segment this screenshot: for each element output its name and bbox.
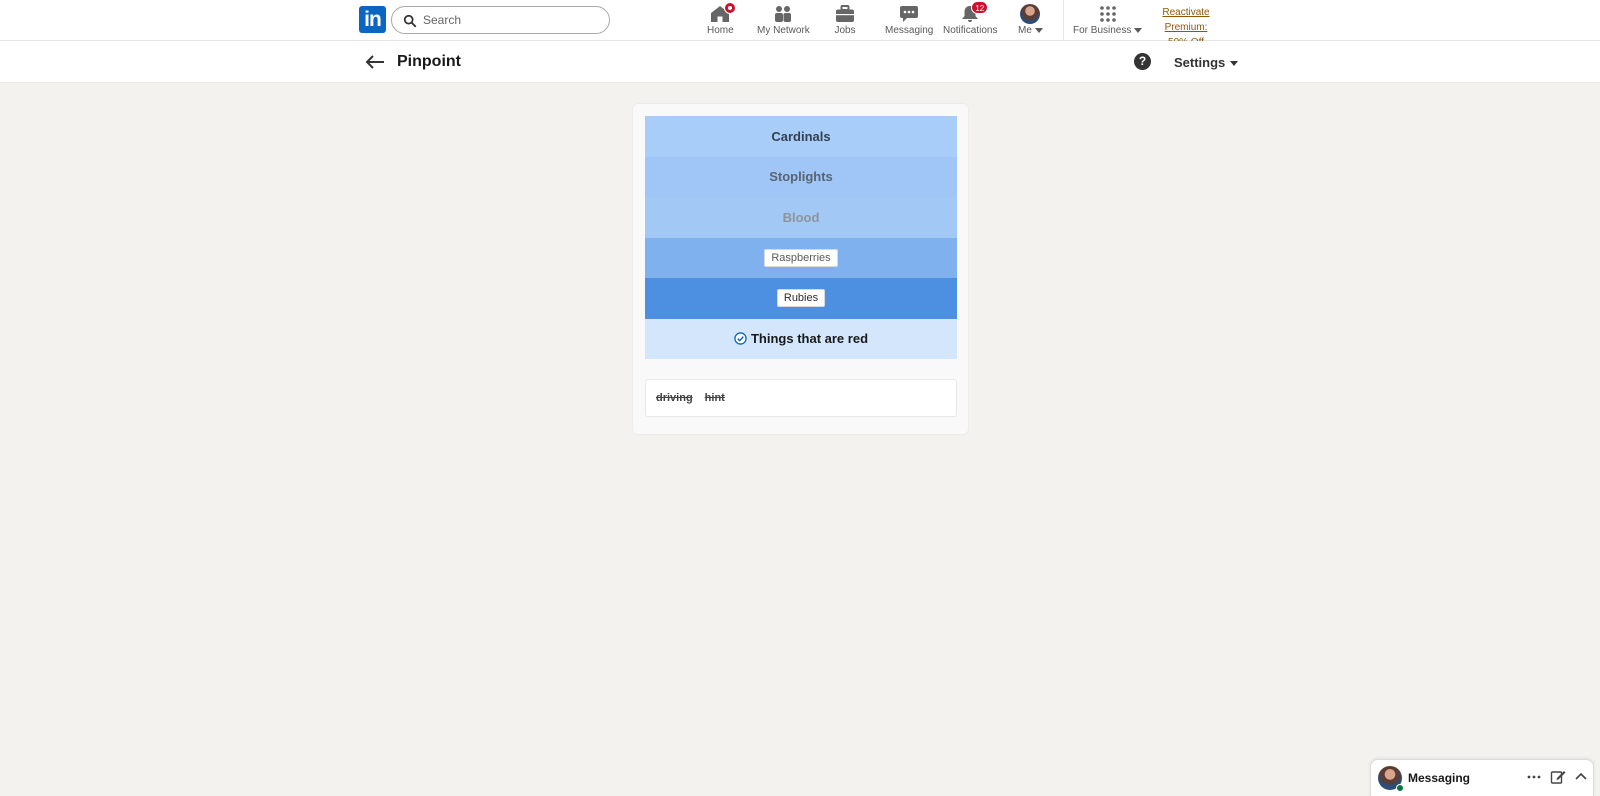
nav-messaging-label: Messaging [885, 25, 934, 36]
linkedin-logo[interactable]: in [359, 6, 386, 33]
messaging-title: Messaging [1408, 771, 1471, 785]
chat-icon [898, 4, 920, 24]
clue-card: Stoplights [645, 156, 957, 197]
clue-card: Raspberries [645, 237, 957, 278]
nav-me-label: Me [1018, 25, 1032, 36]
clue-card: Cardinals [645, 116, 957, 157]
answer-text: Things that are red [750, 331, 869, 346]
nav-me-label-wrapper: Me [1018, 25, 1043, 36]
messaging-overlay[interactable]: Messaging [1370, 759, 1594, 796]
premium-line-1: Reactivate Premium: [1162, 7, 1210, 33]
nav-divider [1063, 0, 1064, 40]
grid-icon [1097, 4, 1119, 24]
nav-jobs-label: Jobs [834, 25, 856, 36]
check-circle-icon [734, 332, 747, 345]
page-title: Pinpoint [397, 53, 461, 70]
avatar [1020, 4, 1041, 24]
home-icon [709, 2, 737, 24]
pinpoint-game-card: Cardinals Stoplights Blood Raspberries R… [632, 103, 969, 435]
notifications-badge: 12 [971, 1, 989, 14]
nav-me[interactable]: Me [1018, 4, 1043, 38]
help-icon[interactable]: ? [1134, 53, 1151, 70]
me-avatar-wrapper [1019, 4, 1041, 24]
clue-text: Cardinals [771, 128, 831, 144]
nav-for-business-label: For Business [1073, 25, 1132, 36]
nav-messaging[interactable]: Messaging [885, 4, 933, 38]
nav-home[interactable]: Home [707, 2, 737, 38]
home-notification-dot [724, 2, 737, 14]
clue-text: Blood [782, 209, 820, 225]
settings-label: Settings [1174, 55, 1226, 70]
nav-my-network[interactable]: My Network [757, 4, 810, 38]
chevron-down-icon [1230, 61, 1239, 67]
search-bar[interactable] [391, 6, 610, 34]
settings-dropdown[interactable]: Settings [1174, 55, 1239, 70]
game-header: Pinpoint ? Settings [0, 41, 1600, 83]
nav-for-business-label-wrapper: For Business [1073, 25, 1143, 36]
nav-for-business[interactable]: For Business [1073, 4, 1143, 38]
clue-card: Blood [645, 197, 957, 238]
compose-icon[interactable] [1549, 768, 1567, 786]
nav-notifications[interactable]: 12 Notifications [943, 1, 998, 38]
bell-icon: 12 [959, 1, 989, 24]
guess-history: driving hint [645, 379, 957, 417]
chevron-down-icon [1034, 27, 1043, 33]
online-status-dot [1396, 784, 1404, 792]
answer-banner: Things that are red [645, 318, 957, 359]
more-options-icon[interactable] [1525, 768, 1543, 786]
guess-item: driving [656, 392, 693, 404]
guess-item: hint [704, 392, 725, 404]
chevron-up-icon[interactable] [1572, 768, 1590, 786]
nav-my-network-label: My Network [757, 25, 810, 36]
clue-text: Stoplights [769, 169, 833, 185]
clue-text: Rubies [776, 289, 826, 308]
back-arrow-icon[interactable] [364, 52, 386, 72]
briefcase-icon [834, 4, 856, 24]
network-icon [772, 4, 794, 24]
top-nav-bar: in Home My Network Jobs Messaging 12 [0, 0, 1600, 48]
clue-list: Cardinals Stoplights Blood Raspberries R… [645, 116, 957, 359]
nav-notifications-label: Notifications [943, 25, 998, 36]
nav-home-label: Home [707, 25, 734, 36]
search-icon [403, 14, 417, 28]
nav-jobs[interactable]: Jobs [834, 4, 856, 38]
search-input[interactable] [423, 11, 593, 29]
clue-text: Raspberries [764, 248, 838, 267]
clue-card: Rubies [645, 278, 957, 319]
